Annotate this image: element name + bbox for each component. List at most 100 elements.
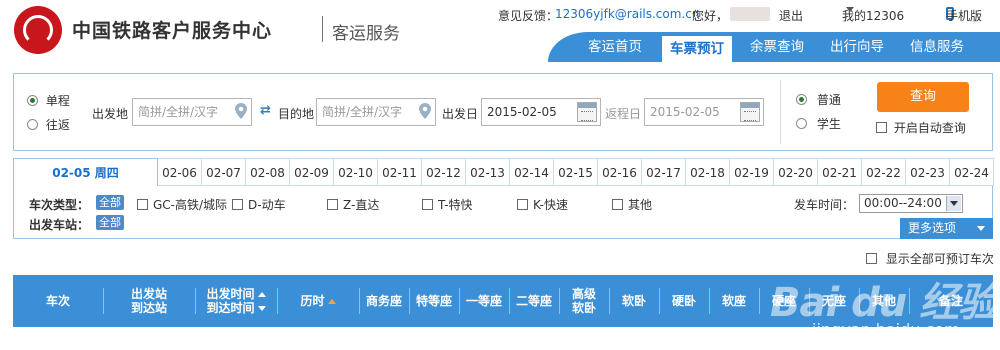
trip-type-one-way[interactable]: 单程 xyxy=(27,92,70,109)
train-type-option[interactable]: D-动车 xyxy=(232,196,286,213)
depart-date-input[interactable]: 2015-02-05 xyxy=(481,98,601,126)
train-type-label: GC-高铁/城际 xyxy=(153,198,228,212)
nav-travel-guide[interactable]: 出行向导 xyxy=(822,32,892,62)
date-tab[interactable]: 02-22 xyxy=(862,158,906,186)
column-header: 二等座 xyxy=(509,275,559,327)
column-header-label: 车次 xyxy=(45,294,70,308)
date-tab[interactable]: 02-12 xyxy=(422,158,466,186)
location-pin-icon xyxy=(419,103,431,119)
all-badge: 全部 xyxy=(96,215,124,230)
column-header[interactable]: 历时 xyxy=(277,275,359,327)
date-tab[interactable]: 02-07 xyxy=(202,158,246,186)
all-badge: 全部 xyxy=(96,195,124,210)
date-tab[interactable]: 02-23 xyxy=(906,158,950,186)
train-type-checkbox[interactable] xyxy=(327,199,338,210)
date-tab[interactable]: 02-17 xyxy=(642,158,686,186)
swap-icon[interactable]: ⇄ xyxy=(260,104,274,117)
auto-query-checkbox[interactable] xyxy=(876,122,887,133)
train-type-all[interactable]: 全部 xyxy=(96,195,124,210)
auto-query-label: 开启自动查询 xyxy=(893,121,966,135)
train-type-label: D-动车 xyxy=(248,198,286,212)
depart-station-all[interactable]: 全部 xyxy=(96,215,124,230)
date-tab[interactable]: 02-13 xyxy=(466,158,510,186)
date-tab[interactable]: 02-05 周四 xyxy=(13,158,158,187)
column-header: 出发站 到达站 xyxy=(103,275,195,327)
show-all-checkbox[interactable] xyxy=(866,253,877,264)
to-station-input[interactable]: 简拼/全拼/汉字 xyxy=(316,98,436,126)
sort-up-icon[interactable] xyxy=(327,299,336,304)
date-tab[interactable]: 02-16 xyxy=(598,158,642,186)
more-options-button[interactable]: 更多选项 xyxy=(900,218,993,239)
date-tab[interactable]: 02-24 xyxy=(950,158,994,186)
show-all-option[interactable]: 显示全部可预订车次 xyxy=(866,250,994,267)
date-tab[interactable]: 02-19 xyxy=(730,158,774,186)
depart-time-select[interactable]: 00:00--24:00 xyxy=(859,194,963,213)
calendar-icon[interactable] xyxy=(577,102,597,122)
date-tab[interactable]: 02-15 xyxy=(554,158,598,186)
date-tab[interactable]: 02-10 xyxy=(334,158,378,186)
train-type-option[interactable]: Z-直达 xyxy=(327,196,379,213)
column-header-label: 软卧 xyxy=(571,301,596,315)
from-station-input[interactable]: 简拼/全拼/汉字 xyxy=(132,98,252,126)
date-tab[interactable]: 02-20 xyxy=(774,158,818,186)
one-way-label: 单程 xyxy=(45,94,70,108)
depart-time-value: 00:00--24:00 xyxy=(864,196,942,210)
column-header-label: 软座 xyxy=(721,294,746,308)
train-type-label: 车次类型： xyxy=(29,198,90,212)
sort-down-icon[interactable] xyxy=(257,306,266,311)
railway-logo-icon[interactable] xyxy=(14,6,62,54)
train-type-checkbox[interactable] xyxy=(232,199,243,210)
show-all-label: 显示全部可预订车次 xyxy=(885,252,994,266)
train-type-option[interactable]: GC-高铁/城际 xyxy=(137,196,227,213)
sort-up-icon[interactable] xyxy=(257,292,266,297)
train-type-checkbox[interactable] xyxy=(137,199,148,210)
ticket-type-student[interactable]: 学生 xyxy=(796,115,841,132)
date-tab[interactable]: 02-11 xyxy=(378,158,422,186)
round-trip-label: 往返 xyxy=(45,118,70,132)
radio-one-way[interactable] xyxy=(27,95,38,106)
nav-ticket-booking[interactable]: 车票预订 xyxy=(662,36,732,62)
radio-student[interactable] xyxy=(796,118,807,129)
train-type-checkbox[interactable] xyxy=(517,199,528,210)
nav-home[interactable]: 客运首页 xyxy=(580,32,650,62)
date-tab[interactable]: 02-21 xyxy=(818,158,862,186)
depart-station-label: 出发车站： xyxy=(29,218,90,232)
column-header[interactable]: 出发时间 到达时间 xyxy=(195,275,277,327)
train-type-label: T-特快 xyxy=(438,198,473,212)
query-button[interactable]: 查询 xyxy=(877,82,969,112)
column-header: 车次 xyxy=(13,275,103,327)
auto-query-option[interactable]: 开启自动查询 xyxy=(876,119,966,136)
chevron-down-icon xyxy=(846,7,854,12)
date-tab[interactable]: 02-14 xyxy=(510,158,554,186)
column-header-label: 到达站 xyxy=(130,301,167,315)
column-header-label: 历时 xyxy=(300,294,325,308)
column-header-label: 一等座 xyxy=(465,294,502,308)
nav-remaining-tickets[interactable]: 余票查询 xyxy=(742,32,812,62)
ticket-type-normal[interactable]: 普通 xyxy=(796,91,841,108)
date-tab[interactable]: 02-18 xyxy=(686,158,730,186)
radio-round-trip[interactable] xyxy=(27,119,38,130)
logout-link[interactable]: 退出 xyxy=(779,7,803,24)
date-tab[interactable]: 02-09 xyxy=(290,158,334,186)
feedback-email-link[interactable]: 12306yjfk@rails.com.cn xyxy=(555,7,699,21)
train-type-checkbox[interactable] xyxy=(422,199,433,210)
nav-info-service[interactable]: 信息服务 xyxy=(902,32,972,62)
date-tab[interactable]: 02-06 xyxy=(158,158,202,186)
radio-normal[interactable] xyxy=(796,94,807,105)
from-placeholder: 简拼/全拼/汉字 xyxy=(138,105,219,119)
date-tab[interactable]: 02-08 xyxy=(246,158,290,186)
column-header-label: 硬卧 xyxy=(671,294,696,308)
train-type-checkbox[interactable] xyxy=(612,199,623,210)
train-type-option[interactable]: 其他 xyxy=(612,196,652,213)
train-type-label: K-快速 xyxy=(533,198,568,212)
location-pin-icon xyxy=(235,103,247,119)
trip-type-round-trip[interactable]: 往返 xyxy=(27,116,70,133)
column-header-label: 到达时间 xyxy=(206,301,255,315)
normal-label: 普通 xyxy=(816,93,841,107)
calendar-icon[interactable] xyxy=(740,102,760,122)
return-date-input[interactable]: 2015-02-05 xyxy=(644,98,764,126)
train-type-option[interactable]: T-特快 xyxy=(422,196,473,213)
panel-divider xyxy=(780,80,781,144)
train-type-option[interactable]: K-快速 xyxy=(517,196,568,213)
column-header: 一等座 xyxy=(459,275,509,327)
